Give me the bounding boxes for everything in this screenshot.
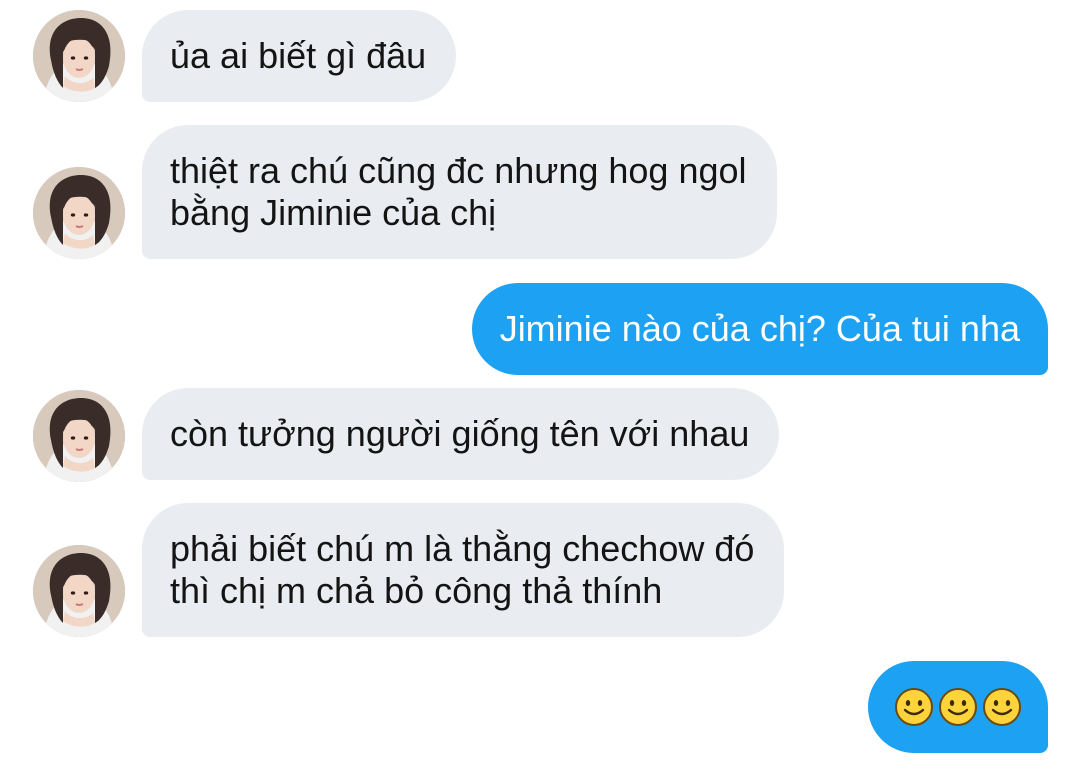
contact-avatar[interactable]: [33, 545, 125, 637]
message-text-line: bằng Jiminie của chị: [170, 192, 497, 233]
slightly-smiling-face-icon: [983, 688, 1021, 726]
avatar-photo-icon: [33, 390, 125, 482]
slightly-smiling-face-icon: [939, 688, 977, 726]
message-text-line: thiệt ra chú cũng đc nhưng hog ngol: [170, 150, 747, 191]
contact-avatar[interactable]: [33, 167, 125, 259]
incoming-message-bubble[interactable]: ủa ai biết gì đâu: [142, 10, 457, 102]
message-text-line: phải biết chú m là thằng chechow đó: [170, 528, 755, 569]
message-text: còn tưởng người giống tên với nhau: [170, 413, 750, 454]
avatar-photo-icon: [33, 545, 125, 637]
outgoing-emoji-bubble[interactable]: [868, 661, 1048, 753]
contact-avatar[interactable]: [33, 390, 125, 482]
incoming-message-bubble[interactable]: còn tưởng người giống tên với nhau: [142, 388, 780, 480]
message-text: Jiminie nào của chị? Của tui nha: [499, 308, 1020, 349]
chat-thread[interactable]: ủa ai biết gì đâu thiệt ra chú cũng đc n…: [0, 0, 1080, 776]
avatar-photo-icon: [33, 167, 125, 259]
message-text-line: thì chị m chả bỏ công thả thính: [170, 570, 663, 611]
incoming-message-bubble[interactable]: phải biết chú m là thằng chechow đó thì …: [142, 503, 785, 637]
outgoing-message-bubble[interactable]: Jiminie nào của chị? Của tui nha: [471, 283, 1048, 375]
emoji-group: [894, 686, 1022, 728]
message-text: ủa ai biết gì đâu: [170, 35, 427, 76]
contact-avatar[interactable]: [33, 10, 125, 102]
slightly-smiling-face-icon: [895, 688, 933, 726]
avatar-photo-icon: [33, 10, 125, 102]
incoming-message-bubble[interactable]: thiệt ra chú cũng đc nhưng hog ngol bằng…: [142, 125, 777, 259]
